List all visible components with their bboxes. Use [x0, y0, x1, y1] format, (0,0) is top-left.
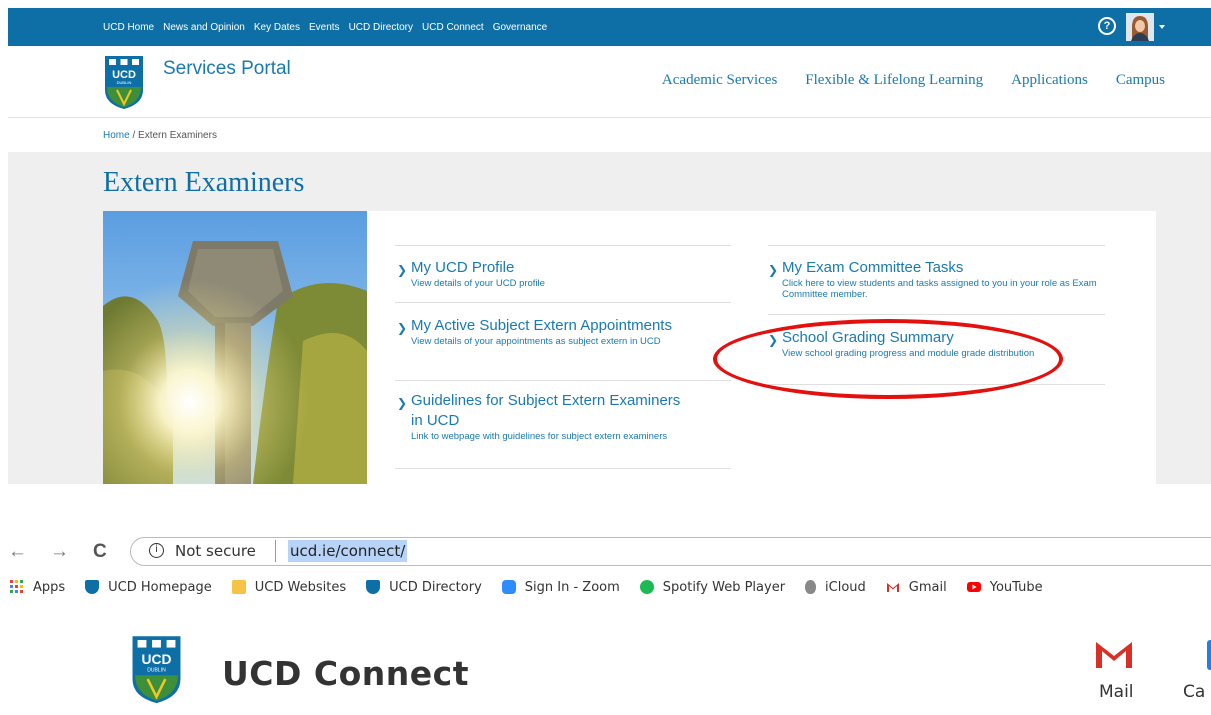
ucd-logo[interactable]: UCD DUBLIN — [103, 54, 145, 110]
breadcrumb: Home / Extern Examiners — [103, 130, 217, 141]
nav-academic-services[interactable]: Academic Services — [662, 72, 777, 89]
chevron-down-icon[interactable] — [1159, 25, 1165, 29]
back-button[interactable]: ← — [8, 541, 27, 563]
reload-button[interactable]: C — [93, 541, 107, 563]
chevron-right-icon: ❯ — [397, 321, 408, 335]
nav-campus[interactable]: Campus — [1116, 72, 1165, 89]
nav-flexible-learning[interactable]: Flexible & Lifelong Learning — [805, 72, 983, 89]
chevron-right-icon: ❯ — [397, 396, 408, 410]
logo-subtext: DUBLIN — [147, 668, 166, 674]
bookmark-label: Apps — [33, 579, 66, 595]
service-title[interactable]: My Active Subject Extern Appointments — [411, 316, 711, 336]
annotation-highlight-ellipse — [713, 319, 1063, 399]
service-description: View details of your UCD profile — [411, 278, 545, 289]
connect-title: UCD Connect — [222, 654, 469, 693]
breadcrumb-home[interactable]: Home — [103, 130, 130, 141]
bookmark-label: YouTube — [989, 579, 1043, 595]
page-title: Extern Examiners — [103, 167, 305, 198]
bookmark-label: iCloud — [825, 579, 866, 595]
folder-icon — [231, 580, 246, 594]
service-exam-committee-tasks[interactable]: ❯ My Exam Committee Tasks Click here to … — [768, 258, 1104, 300]
divider — [768, 314, 1105, 315]
service-guidelines[interactable]: ❯ Guidelines for Subject Extern Examiner… — [397, 391, 733, 442]
url-text[interactable]: ucd.ie/connect/ — [288, 540, 408, 562]
bookmark-label: UCD Websites — [254, 579, 347, 595]
utility-link-ucd-home[interactable]: UCD Home — [103, 22, 154, 33]
app-label-mail[interactable]: Mail — [1099, 682, 1134, 702]
spotify-icon — [639, 580, 654, 594]
app-label-calendar[interactable]: Ca — [1183, 682, 1205, 702]
bookmark-spotify[interactable]: Spotify Web Player — [639, 579, 786, 595]
bookmark-icloud[interactable]: iCloud — [805, 580, 866, 595]
utility-link-events[interactable]: Events — [309, 22, 340, 33]
breadcrumb-current: Extern Examiners — [138, 130, 217, 141]
utility-bar: UCD Home News and Opinion Key Dates Even… — [8, 8, 1211, 46]
bookmark-label: UCD Directory — [389, 579, 482, 595]
utility-link-news[interactable]: News and Opinion — [163, 22, 245, 33]
bookmark-zoom[interactable]: Sign In - Zoom — [501, 579, 620, 595]
youtube-icon — [966, 582, 981, 592]
bookmark-ucd-homepage[interactable]: UCD Homepage — [85, 580, 212, 595]
service-description: Link to webpage with guidelines for subj… — [411, 431, 668, 442]
logo-text: UCD — [141, 651, 171, 667]
ucd-connect-logo[interactable]: UCD DUBLIN — [130, 633, 183, 705]
service-title[interactable]: My UCD Profile — [411, 258, 514, 278]
utility-link-key-dates[interactable]: Key Dates — [254, 22, 300, 33]
bookmark-label: Gmail — [908, 579, 947, 595]
service-title[interactable]: My Exam Committee Tasks — [782, 258, 963, 278]
bookmarks-bar: Apps UCD Homepage UCD Websites UCD Direc… — [0, 577, 1211, 597]
portal-title[interactable]: Services Portal — [163, 58, 291, 80]
service-description: Click here to view students and tasks as… — [782, 278, 1097, 300]
service-description: View details of your appointments as sub… — [411, 336, 661, 347]
bookmark-label: Spotify Web Player — [662, 579, 786, 595]
chevron-right-icon: ❯ — [768, 263, 779, 277]
address-divider — [275, 540, 276, 562]
logo-subtext: DUBLIN — [117, 80, 132, 85]
service-title[interactable]: Guidelines for Subject Extern Examiners … — [411, 391, 691, 431]
nav-applications[interactable]: Applications — [1011, 72, 1088, 89]
security-label[interactable]: Not secure — [175, 542, 256, 560]
utility-links: UCD Home News and Opinion Key Dates Even… — [103, 8, 556, 46]
utility-link-governance[interactable]: Governance — [493, 22, 547, 33]
bookmark-apps[interactable]: Apps — [10, 580, 65, 595]
main-nav: Academic Services Flexible & Lifelong Le… — [634, 72, 1165, 89]
utility-link-connect[interactable]: UCD Connect — [422, 22, 484, 33]
breadcrumb-separator: / — [132, 130, 136, 141]
info-icon[interactable]: i — [149, 543, 164, 558]
utility-link-directory[interactable]: UCD Directory — [349, 22, 413, 33]
bookmark-label: Sign In - Zoom — [524, 579, 620, 595]
forward-button[interactable]: → — [50, 541, 69, 563]
bookmark-ucd-directory[interactable]: UCD Directory — [366, 580, 482, 595]
calendar-icon[interactable] — [1207, 640, 1211, 670]
bookmark-ucd-websites[interactable]: UCD Websites — [231, 579, 347, 595]
gmail-icon — [886, 583, 899, 592]
divider — [768, 245, 1105, 246]
hero-image — [103, 211, 367, 484]
chevron-right-icon: ❯ — [397, 263, 408, 277]
apple-icon — [805, 580, 817, 594]
bookmark-youtube[interactable]: YouTube — [966, 579, 1043, 595]
ucd-shield-icon — [366, 580, 381, 594]
divider — [395, 302, 731, 303]
avatar[interactable] — [1126, 13, 1154, 41]
ucd-shield-icon — [85, 580, 100, 594]
site-header: UCD DUBLIN Services Portal Academic Serv… — [8, 46, 1211, 118]
gmail-icon[interactable] — [1094, 640, 1134, 670]
service-active-appointments[interactable]: ❯ My Active Subject Extern Appointments … — [397, 316, 733, 347]
apps-grid-icon — [10, 580, 23, 593]
service-my-ucd-profile[interactable]: ❯ My UCD Profile View details of your UC… — [397, 258, 733, 289]
zoom-icon — [501, 580, 516, 594]
bookmark-label: UCD Homepage — [108, 579, 212, 595]
divider — [395, 245, 731, 246]
divider — [395, 380, 731, 381]
divider — [395, 468, 731, 469]
help-icon[interactable]: ? — [1098, 17, 1116, 35]
bookmark-gmail[interactable]: Gmail — [886, 580, 947, 595]
